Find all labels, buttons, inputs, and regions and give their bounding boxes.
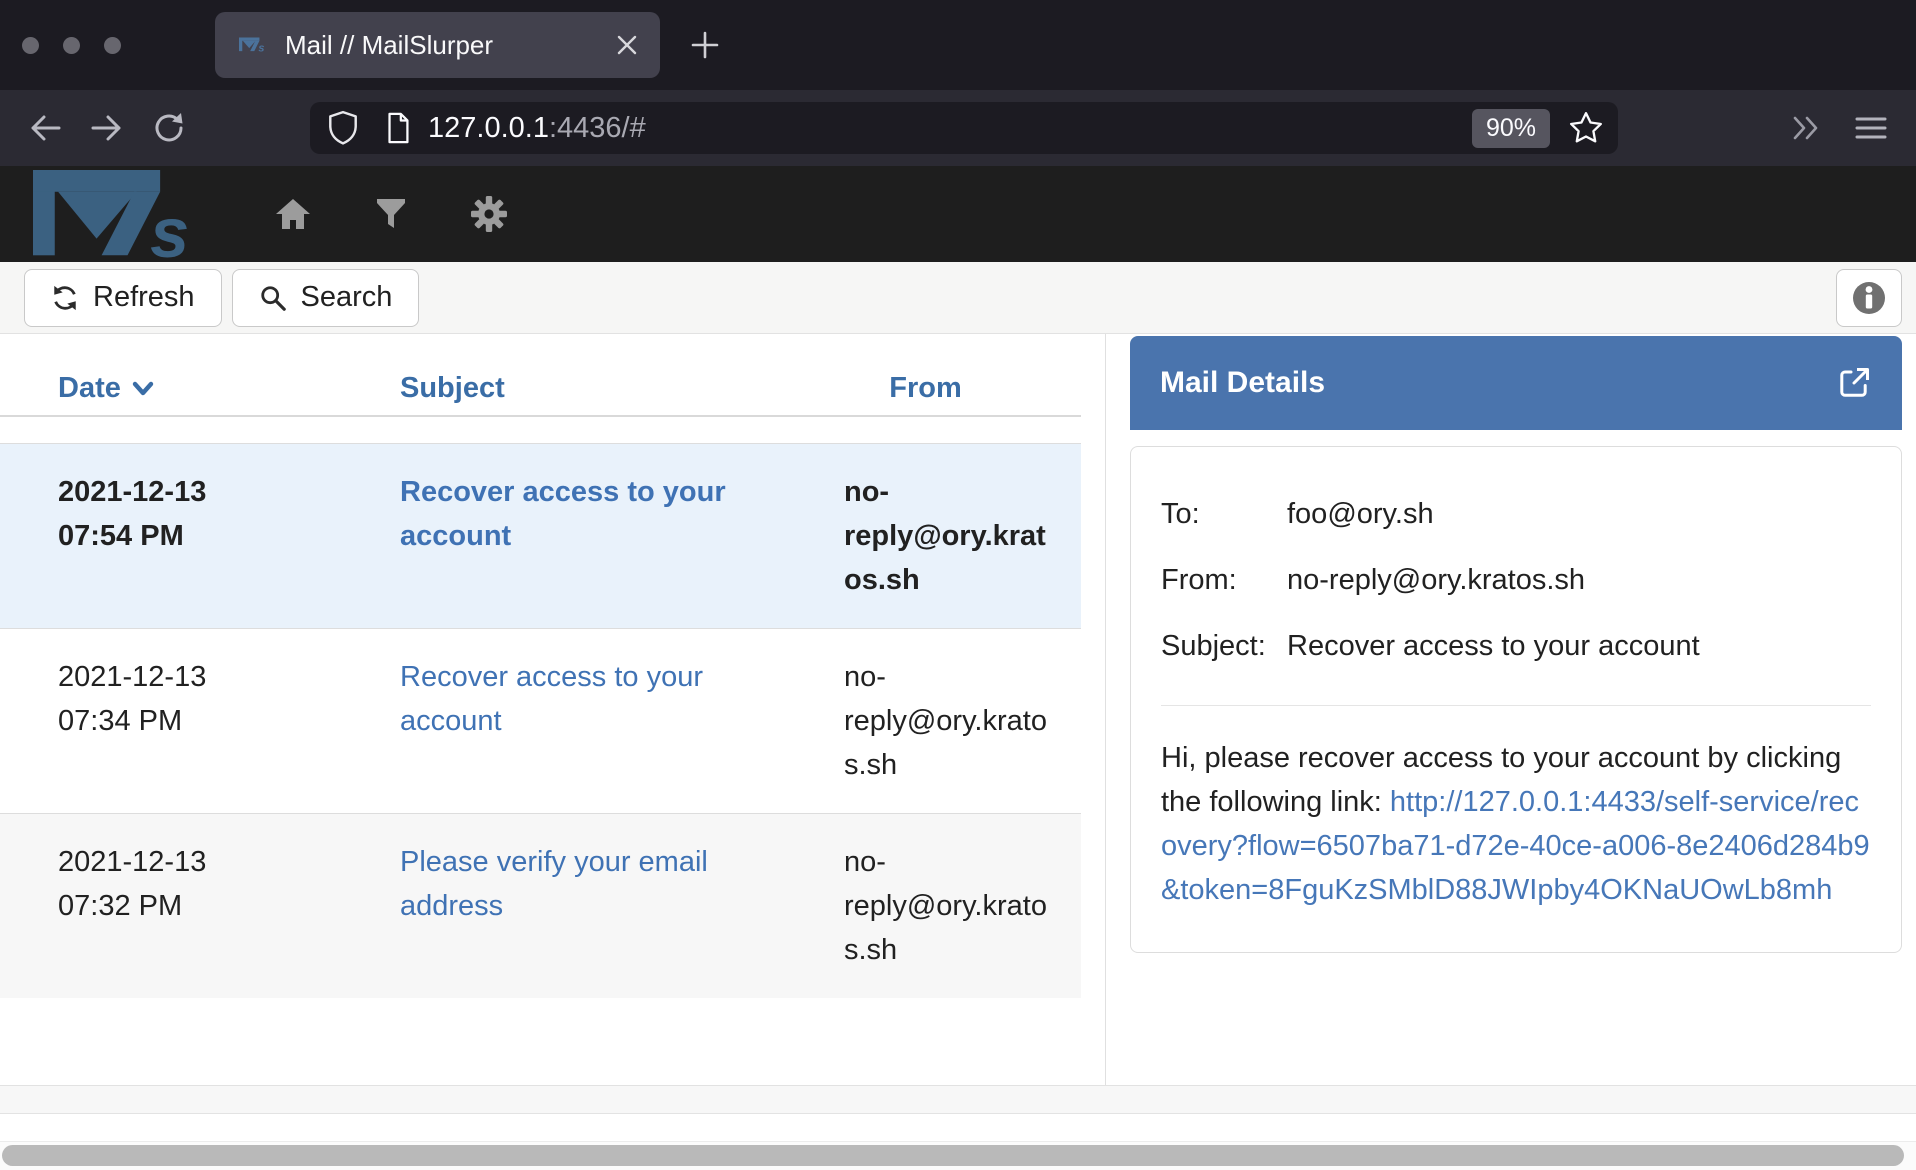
email-date: 2021-12-13 07:32 PM (0, 840, 330, 972)
filter-button[interactable] (366, 189, 416, 239)
window-dot-icon[interactable] (63, 37, 80, 54)
window-dot-icon[interactable] (22, 37, 39, 54)
url-port-path: :4436/# (549, 112, 646, 144)
info-icon (1850, 279, 1888, 317)
open-external-icon[interactable] (1836, 365, 1872, 401)
browser-tab[interactable]: s Mail // MailSlurper (215, 12, 660, 78)
search-label: Search (301, 281, 393, 314)
tab-favicon: s (239, 33, 269, 57)
reload-icon (150, 109, 188, 147)
window-controls[interactable] (22, 37, 121, 54)
forward-button[interactable] (76, 98, 138, 158)
email-subject-link[interactable]: Recover access to your account (400, 661, 703, 737)
svg-text:s: s (150, 193, 189, 262)
zoom-level-badge[interactable]: 90% (1472, 109, 1550, 148)
column-header-date[interactable]: Date (0, 372, 330, 405)
url-bar[interactable]: 127.0.0.1:4436/# 90% (310, 102, 1618, 154)
shield-icon[interactable] (326, 110, 360, 146)
email-row[interactable]: 2021-12-13 07:32 PM Please verify your e… (0, 813, 1081, 998)
email-date: 2021-12-13 07:34 PM (0, 655, 330, 787)
menu-hamburger-icon[interactable] (1854, 114, 1888, 142)
footer-strip (0, 1114, 1916, 1142)
email-from: no-reply@ory.kratos.sh (770, 840, 1081, 972)
mail-details-header: Mail Details (1130, 336, 1902, 430)
home-button[interactable] (268, 189, 318, 239)
url-host: 127.0.0.1 (428, 112, 549, 144)
card-divider (1161, 705, 1871, 706)
email-from: no-reply@ory.kratos.sh (770, 655, 1081, 787)
horizontal-scrollbar[interactable] (0, 1142, 1916, 1170)
home-icon (273, 196, 313, 232)
column-header-subject[interactable]: Subject (330, 372, 770, 405)
search-button[interactable]: Search (232, 269, 420, 327)
mail-details-card: To: foo@ory.sh From: no-reply@ory.kratos… (1130, 446, 1902, 953)
field-label: From: (1161, 558, 1287, 602)
mail-body: Hi, please recover access to your accoun… (1161, 736, 1871, 912)
funnel-icon (374, 196, 408, 232)
search-icon (259, 284, 287, 312)
email-row[interactable]: 2021-12-13 07:54 PM Recover access to yo… (0, 443, 1081, 628)
field-to: To: foo@ory.sh (1161, 481, 1871, 547)
page-icon[interactable] (382, 110, 414, 146)
reload-button[interactable] (138, 98, 200, 158)
main-content: Date Subject From 2021-12-13 07:54 PM Re… (0, 334, 1916, 1086)
tab-title: Mail // MailSlurper (285, 30, 604, 61)
window-dot-icon[interactable] (104, 37, 121, 54)
field-value: no-reply@ory.kratos.sh (1287, 558, 1871, 602)
forward-arrow-icon (88, 111, 126, 145)
field-value: foo@ory.sh (1287, 492, 1871, 536)
footer-band (0, 1086, 1916, 1114)
refresh-icon (51, 284, 79, 312)
sort-chevron-down-icon (131, 380, 155, 398)
email-subject-link[interactable]: Please verify your email address (400, 846, 708, 922)
email-from: no-reply@ory.kratos.sh (770, 470, 1081, 602)
field-subject: Subject: Recover access to your account (1161, 613, 1871, 679)
new-tab-button[interactable] (688, 28, 722, 62)
svg-text:s: s (258, 42, 264, 54)
scrollbar-thumb[interactable] (2, 1145, 1904, 1166)
browser-navbar: 127.0.0.1:4436/# 90% (0, 90, 1916, 166)
date-column-label: Date (58, 372, 121, 405)
email-list-header: Date Subject From (0, 334, 1081, 417)
mailslurper-logo: s (24, 170, 226, 262)
mail-details-title: Mail Details (1160, 366, 1836, 400)
settings-button[interactable] (464, 189, 514, 239)
overflow-chevrons-icon[interactable] (1790, 113, 1826, 143)
plus-icon (688, 28, 722, 62)
refresh-label: Refresh (93, 281, 195, 314)
browser-tab-bar: s Mail // MailSlurper (0, 0, 1916, 90)
field-label: To: (1161, 492, 1287, 536)
email-list-panel: Date Subject From 2021-12-13 07:54 PM Re… (0, 334, 1106, 1085)
email-subject-link[interactable]: Recover access to your account (400, 476, 726, 552)
tab-close-icon[interactable] (614, 32, 640, 58)
url-text[interactable]: 127.0.0.1:4436/# (428, 112, 1472, 145)
bookmark-star-icon[interactable] (1568, 110, 1604, 146)
column-header-from[interactable]: From (770, 372, 1081, 405)
refresh-button[interactable]: Refresh (24, 269, 222, 327)
gear-icon (469, 194, 509, 234)
list-spacer (0, 417, 1105, 443)
app-header: s (0, 166, 1916, 262)
email-row[interactable]: 2021-12-13 07:34 PM Recover access to yo… (0, 628, 1081, 813)
back-arrow-icon (26, 111, 64, 145)
field-from: From: no-reply@ory.kratos.sh (1161, 547, 1871, 613)
email-date: 2021-12-13 07:54 PM (0, 470, 330, 602)
field-value: Recover access to your account (1287, 624, 1871, 668)
info-button[interactable] (1836, 269, 1902, 327)
mail-details-panel: Mail Details To: foo@ory.sh From: no-rep… (1106, 334, 1916, 1085)
app-toolbar: Refresh Search (0, 262, 1916, 334)
field-label: Subject: (1161, 624, 1287, 668)
back-button[interactable] (14, 98, 76, 158)
